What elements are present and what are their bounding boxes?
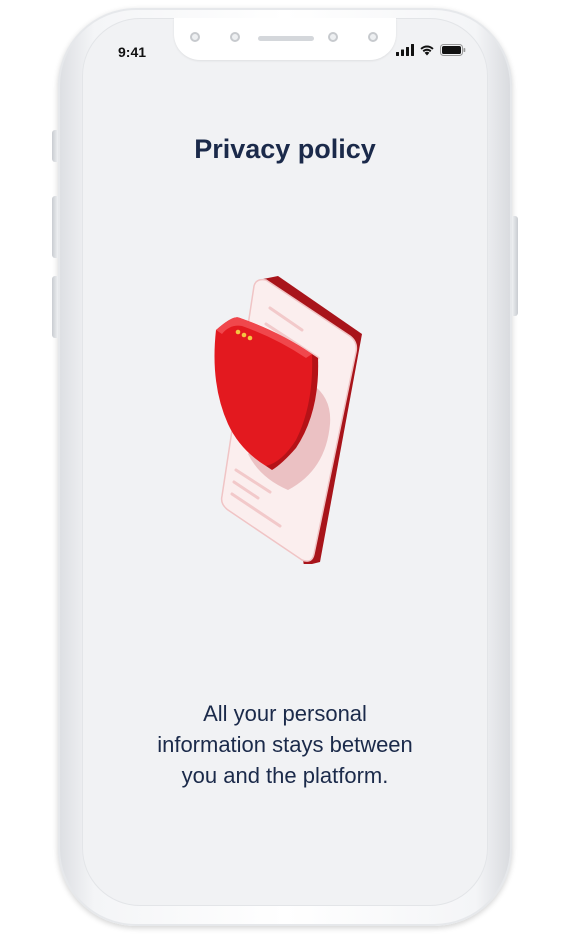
earpiece-speaker <box>258 36 314 41</box>
description-line: All your personal <box>203 701 367 726</box>
shield-phone-illustration <box>200 274 370 569</box>
power-button <box>512 216 518 316</box>
ambient-light-sensor-icon <box>368 32 378 42</box>
status-time: 9:41 <box>118 44 147 60</box>
sensor-icon <box>230 32 240 42</box>
notch <box>174 18 396 60</box>
description-line: you and the platform. <box>181 763 389 788</box>
status-icons <box>396 44 466 56</box>
page-title: Privacy policy <box>194 134 376 164</box>
mute-switch <box>52 130 58 162</box>
proximity-sensor-icon <box>328 32 338 42</box>
privacy-description: All your personal information stays betw… <box>122 698 448 791</box>
cellular-signal-icon <box>396 44 414 56</box>
description-line: information stays between <box>157 732 413 757</box>
volume-down-button <box>52 276 58 338</box>
wifi-icon <box>420 45 434 56</box>
volume-up-button <box>52 196 58 258</box>
front-camera-icon <box>190 32 200 42</box>
battery-icon <box>440 44 466 56</box>
phone-screen: 9:41 Privacy policy All your personal in… <box>82 18 488 906</box>
